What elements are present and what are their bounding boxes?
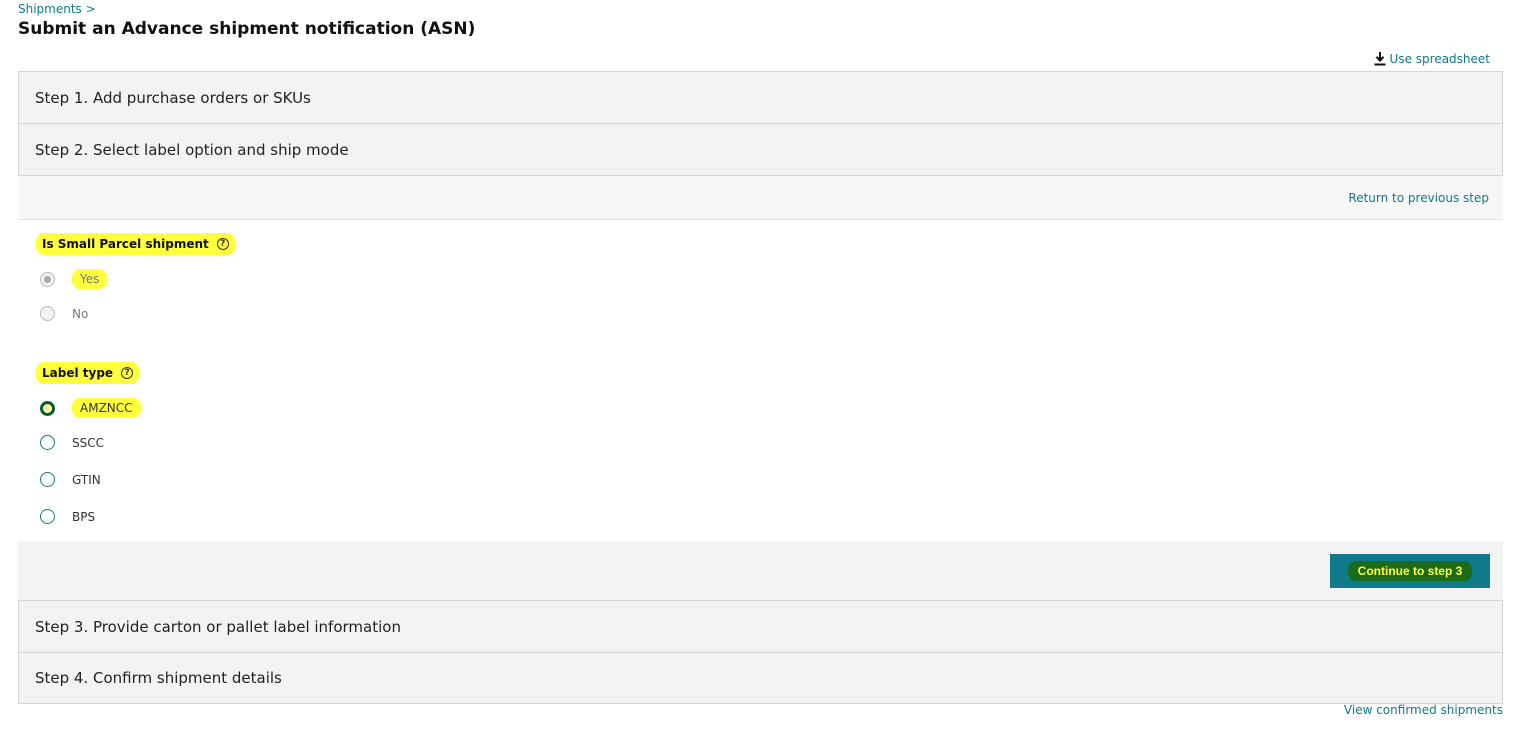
step-4-header[interactable]: Step 4. Confirm shipment details bbox=[18, 652, 1503, 704]
radio-amzncc-icon[interactable] bbox=[40, 400, 55, 416]
download-icon bbox=[1374, 52, 1386, 66]
breadcrumb-shipments-link[interactable]: Shipments bbox=[18, 2, 82, 16]
view-confirmed-shipments-link[interactable]: View confirmed shipments bbox=[1344, 703, 1503, 717]
radio-no-icon[interactable] bbox=[40, 306, 55, 321]
label-type-option-amzncc[interactable]: AMZNCC bbox=[40, 398, 141, 418]
continue-to-step-3-button[interactable]: Continue to step 3 bbox=[1330, 553, 1490, 588]
small-parcel-label-text: Is Small Parcel shipment bbox=[42, 237, 209, 251]
radio-gtin-icon[interactable] bbox=[40, 472, 55, 487]
label-type-option-sscc[interactable]: SSCC bbox=[40, 435, 104, 450]
radio-sscc-label: SSCC bbox=[72, 435, 104, 450]
radio-yes-icon[interactable] bbox=[40, 271, 55, 287]
small-parcel-help-icon[interactable]: ? bbox=[216, 238, 229, 250]
step-3-header[interactable]: Step 3. Provide carton or pallet label i… bbox=[18, 600, 1503, 652]
radio-bps-label: BPS bbox=[72, 509, 96, 524]
small-parcel-label: Is Small Parcel shipment ? bbox=[36, 233, 235, 255]
step-1-header[interactable]: Step 1. Add purchase orders or SKUs bbox=[18, 71, 1503, 123]
small-parcel-option-no[interactable]: No bbox=[40, 306, 88, 321]
radio-yes-label: Yes bbox=[72, 269, 108, 289]
step-2-action-bar: Continue to step 3 bbox=[18, 541, 1503, 600]
page-title: Submit an Advance shipment notification … bbox=[18, 19, 476, 39]
label-type-label: Label type ? bbox=[36, 362, 140, 384]
use-spreadsheet-link[interactable]: Use spreadsheet bbox=[1374, 52, 1490, 66]
step-2-form: Is Small Parcel shipment ? Yes No Label … bbox=[18, 219, 1503, 541]
breadcrumb-separator: > bbox=[85, 2, 96, 16]
label-type-option-gtin[interactable]: GTIN bbox=[40, 472, 101, 487]
continue-button-label: Continue to step 3 bbox=[1347, 560, 1473, 581]
radio-bps-icon[interactable] bbox=[40, 509, 55, 524]
step-2-header[interactable]: Step 2. Select label option and ship mod… bbox=[18, 123, 1503, 175]
label-type-label-text: Label type bbox=[42, 366, 114, 380]
radio-amzncc-label: AMZNCC bbox=[72, 398, 141, 418]
asn-steps-container: Step 1. Add purchase orders or SKUs Step… bbox=[18, 71, 1503, 704]
label-type-option-bps[interactable]: BPS bbox=[40, 509, 95, 524]
step-2-subbar: Return to previous step bbox=[18, 175, 1503, 219]
label-type-help-icon[interactable]: ? bbox=[121, 367, 134, 379]
radio-sscc-icon[interactable] bbox=[40, 435, 55, 450]
radio-gtin-label: GTIN bbox=[72, 472, 101, 487]
radio-no-label: No bbox=[72, 306, 89, 321]
breadcrumb: Shipments > bbox=[18, 2, 96, 16]
small-parcel-option-yes[interactable]: Yes bbox=[40, 269, 108, 289]
return-to-previous-step-link[interactable]: Return to previous step bbox=[1348, 191, 1489, 205]
use-spreadsheet-label: Use spreadsheet bbox=[1389, 52, 1490, 66]
